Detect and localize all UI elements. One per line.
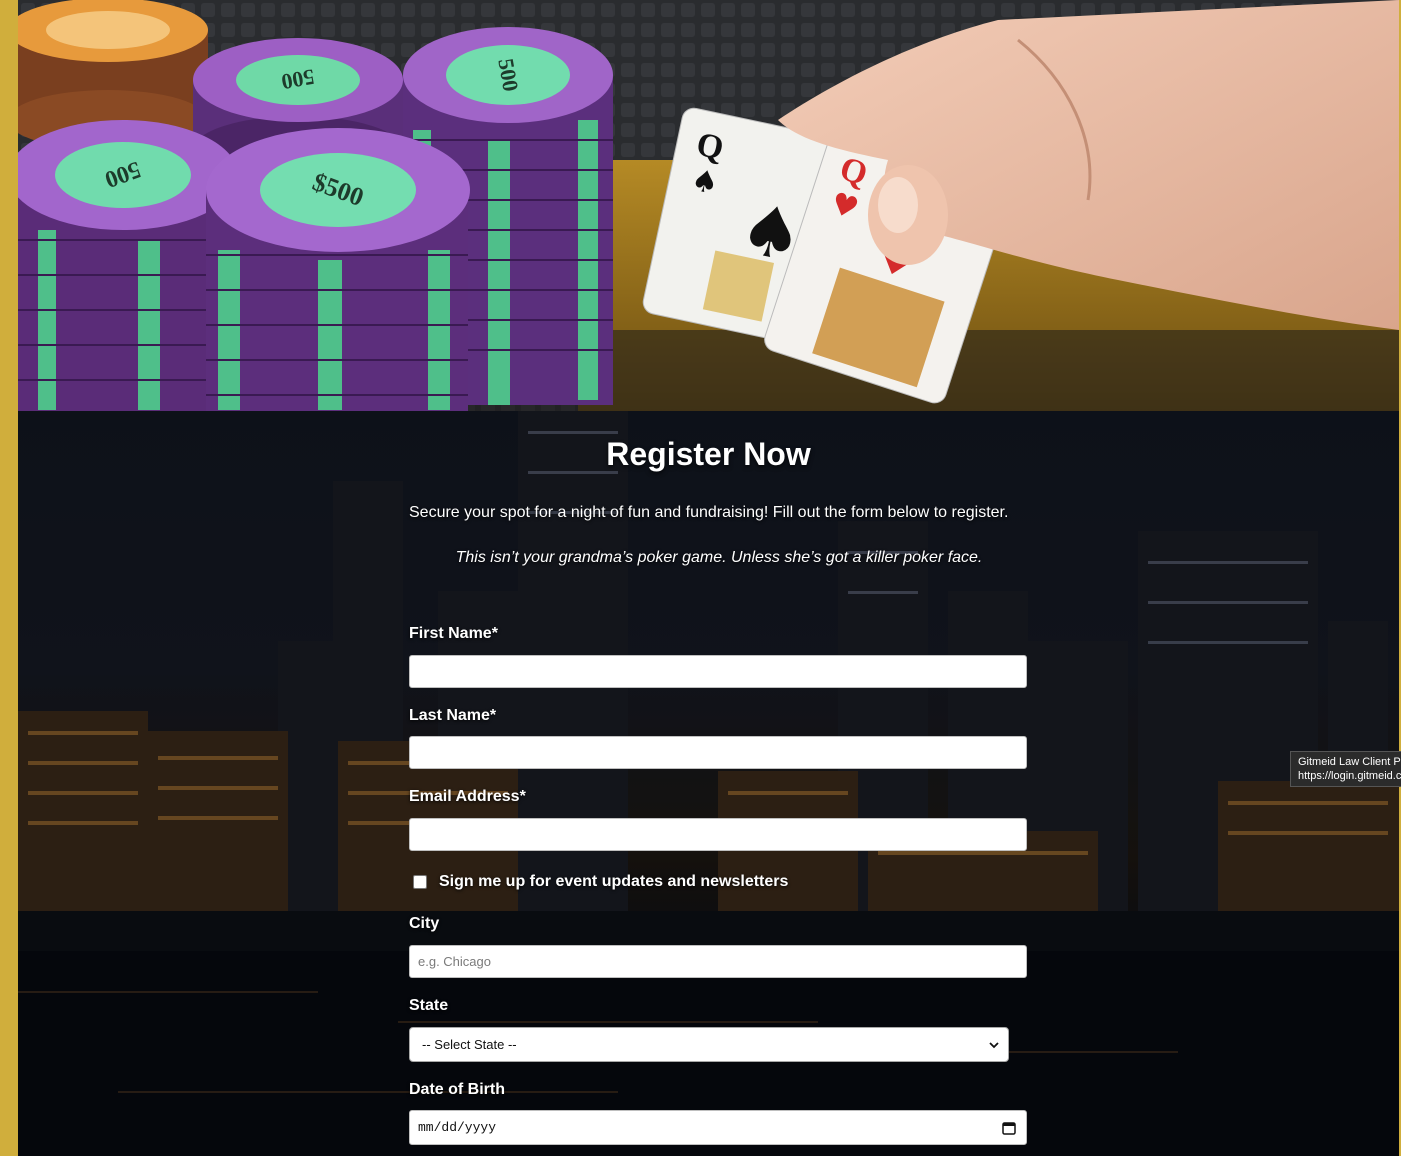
chevron-down-icon (989, 1041, 999, 1048)
first-name-label: First Name* (409, 625, 498, 642)
newsletter-checkbox[interactable] (413, 875, 427, 889)
newsletter-option[interactable]: Sign me up for event updates and newslet… (413, 871, 788, 893)
dob-placeholder: mm/dd/yyyy (418, 1120, 497, 1135)
state-select-value: -- Select State -- (422, 1037, 517, 1052)
register-tagline: This isn’t your grandma’s poker game. Un… (455, 549, 983, 566)
register-title: Register Now (606, 436, 811, 472)
hero-poker-image: 500 500 500 $500 Q ♠ ♠ Q ♥ (18, 0, 1399, 411)
link-tooltip: Gitmeid Law Client Portal https://login.… (1290, 751, 1401, 787)
register-intro: Secure your spot for a night of fun and … (409, 504, 1009, 521)
chip-stack-purple-4: $500 (206, 128, 470, 411)
poker-chips-and-cards-illustration: 500 500 500 $500 Q ♠ ♠ Q ♥ (18, 0, 1399, 411)
newsletter-label: Sign me up for event updates and newslet… (439, 873, 789, 890)
dob-label: Date of Birth (409, 1081, 505, 1098)
chip-stack-purple-3: 500 (18, 120, 238, 411)
registration-section: Register Now Secure your spot for a nigh… (18, 411, 1399, 1156)
email-field[interactable] (409, 818, 1027, 851)
last-name-label: Last Name* (409, 707, 497, 724)
first-name-field[interactable] (409, 655, 1027, 688)
state-select[interactable]: -- Select State -- (409, 1027, 1009, 1062)
city-field[interactable] (409, 945, 1027, 978)
left-gold-border (0, 0, 18, 1156)
last-name-field[interactable] (409, 736, 1027, 769)
tooltip-title: Gitmeid Law Client Portal (1298, 756, 1401, 768)
tooltip-url: https://login.gitmeid.com (1298, 770, 1401, 782)
email-label: Email Address* (409, 788, 526, 805)
city-label: City (409, 915, 440, 932)
dob-field[interactable]: mm/dd/yyyy (409, 1110, 1027, 1145)
calendar-icon[interactable] (1002, 1121, 1016, 1135)
state-label: State (409, 997, 449, 1014)
